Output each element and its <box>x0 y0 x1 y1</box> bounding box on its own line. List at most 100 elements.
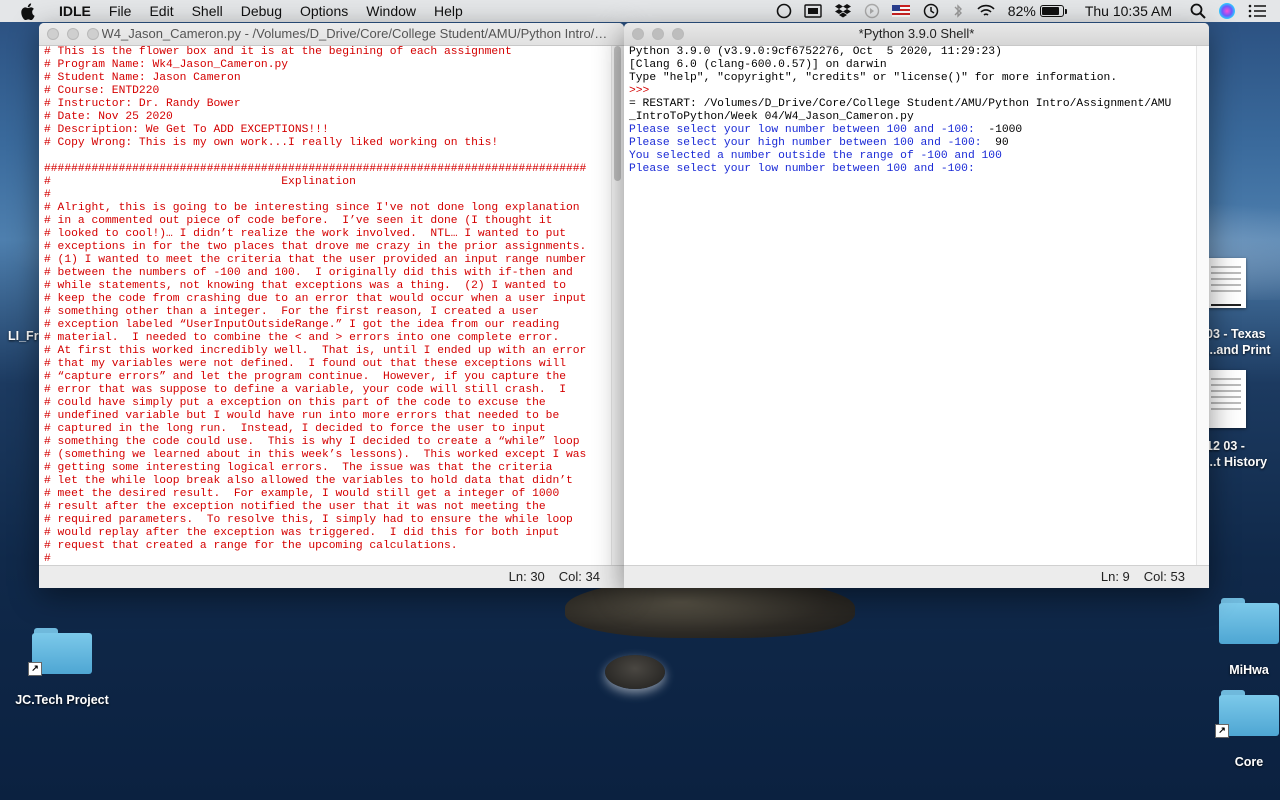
desktop-folder-jc-tech[interactable]: ↗ JC.Tech Project <box>10 628 114 708</box>
alias-arrow-icon: ↗ <box>28 662 42 676</box>
shell-scrollbar[interactable] <box>1196 46 1209 565</box>
shell-line-text: Python 3.9.0 (v3.9.0:9cf6752276, Oct 5 2… <box>629 46 1002 58</box>
folder-icon: ↗ <box>28 628 92 676</box>
editor-code-line: ########################################… <box>44 163 587 175</box>
wifi-icon[interactable] <box>976 3 996 19</box>
menu-help[interactable]: Help <box>425 0 472 22</box>
editor-code-line: # Course: ENTD220 <box>44 85 160 97</box>
document-icon <box>1206 258 1246 308</box>
editor-code-line: # “capture errors” and let the program c… <box>44 371 567 383</box>
shell-line-text: = RESTART: /Volumes/D_Drive/Core/College… <box>629 98 1172 110</box>
editor-scrollbar[interactable] <box>611 46 624 565</box>
menu-options[interactable]: Options <box>291 0 357 22</box>
menu-shell[interactable]: Shell <box>183 0 232 22</box>
editor-code-line: # result after the exception notified th… <box>44 501 546 513</box>
menu-window[interactable]: Window <box>357 0 425 22</box>
shell-line-text: [Clang 6.0 (clang-600.0.57)] on darwin <box>629 59 887 71</box>
close-button[interactable] <box>632 28 644 40</box>
folder-icon: ↗ <box>1215 690 1279 738</box>
desktop-left-partial-label[interactable]: LI_Fr <box>8 328 39 344</box>
desktop-folder-jc-tech-label: JC.Tech Project <box>15 693 109 707</box>
editor-title: W4_Jason_Cameron.py - /Volumes/D_Drive/C… <box>101 26 612 41</box>
desktop-doc-texas[interactable]: 03 - Texas ...and Print <box>1206 258 1280 358</box>
dropbox-icon[interactable] <box>834 3 852 19</box>
search-icon[interactable] <box>1190 3 1206 19</box>
editor-scrollbar-thumb[interactable] <box>614 46 621 181</box>
desktop-doc-history-label-2: ...t History <box>1206 455 1268 469</box>
menu-app-idle[interactable]: IDLE <box>50 0 100 22</box>
list-icon[interactable] <box>1248 4 1266 18</box>
desktop-folder-mihwa[interactable]: MiHwa <box>1218 598 1280 678</box>
desktop-doc-history[interactable]: 12 03 - ...t History <box>1206 370 1280 470</box>
shell-output-line: = RESTART: /Volumes/D_Drive/Core/College… <box>629 98 1209 111</box>
editor-line-number: Ln: 30 <box>508 569 545 584</box>
shell-line-text: You selected a number outside the range … <box>629 150 1002 162</box>
battery-icon[interactable]: 82% <box>1008 3 1067 19</box>
menu-bar: IDLE File Edit Shell Debug Options Windo… <box>0 0 1280 22</box>
shell-output-line: _IntroToPython/Week 04/W4_Jason_Cameron.… <box>629 111 1209 124</box>
editor-code-line: # captured in the long run. Instead, I d… <box>44 423 546 435</box>
shell-output-line: Python 3.9.0 (v3.9.0:9cf6752276, Oct 5 2… <box>629 46 1209 59</box>
bluetooth-icon[interactable] <box>952 3 964 19</box>
editor-code-line: # between the numbers of -100 and 100. I… <box>44 267 573 279</box>
editor-code-line: # (1) I wanted to meet the criteria that… <box>44 254 587 266</box>
editor-code-line: # something other than a integer. For th… <box>44 306 539 318</box>
editor-window: W4_Jason_Cameron.py - /Volumes/D_Drive/C… <box>39 23 624 588</box>
siri-icon[interactable] <box>1218 2 1236 20</box>
desktop-folder-core[interactable]: ↗ Core <box>1215 690 1280 770</box>
editor-code-line: # <box>44 553 51 565</box>
shell-text-area[interactable]: Python 3.9.0 (v3.9.0:9cf6752276, Oct 5 2… <box>624 46 1209 565</box>
shell-output-line: Please select your low number between 10… <box>629 163 1209 176</box>
editor-code-line: # meet the desired result. For example, … <box>44 488 560 500</box>
editor-code-line: # Student Name: Jason Cameron <box>44 72 241 84</box>
sync-icon[interactable] <box>864 3 880 19</box>
editor-code-line: # would replay after the exception was t… <box>44 527 560 539</box>
editor-code-line: # exceptions in for the two places that … <box>44 241 587 253</box>
editor-code-line: # keep the code from crashing due to an … <box>44 293 587 305</box>
clock[interactable]: Thu 10:35 AM <box>1085 3 1172 19</box>
desktop-doc-texas-label-1: 03 - Texas <box>1206 327 1266 341</box>
close-button[interactable] <box>47 28 59 40</box>
editor-code-line: # something the code could use. This is … <box>44 436 580 448</box>
shell-output-line: Please select your low number between 10… <box>629 124 1209 137</box>
circle-icon[interactable] <box>776 3 792 19</box>
shell-line-text: Please select your low number between 10… <box>629 124 989 136</box>
editor-titlebar[interactable]: W4_Jason_Cameron.py - /Volumes/D_Drive/C… <box>39 23 624 46</box>
shell-line-text: _IntroToPython/Week 04/W4_Jason_Cameron.… <box>629 111 914 123</box>
menu-debug[interactable]: Debug <box>232 0 291 22</box>
zoom-button[interactable] <box>87 28 99 40</box>
menu-edit[interactable]: Edit <box>140 0 182 22</box>
shell-line-text: Please select your low number between 10… <box>629 163 982 175</box>
editor-code-line: # could have simply put a exception on t… <box>44 397 546 409</box>
desktop-folder-mihwa-label: MiHwa <box>1229 663 1269 677</box>
editor-code-line: # material. I needed to combine the < an… <box>44 332 560 344</box>
editor-code-line: # Program Name: Wk4_Jason_Cameron.py <box>44 59 289 71</box>
editor-code-line: # in a commented out piece of code befor… <box>44 215 553 227</box>
editor-code-line: # error that was suppose to define a var… <box>44 384 567 396</box>
editor-code-line: # At first this worked incredibly well. … <box>44 345 587 357</box>
menu-file[interactable]: File <box>100 0 141 22</box>
minimize-button[interactable] <box>67 28 79 40</box>
editor-column-number: Col: 34 <box>558 569 600 584</box>
shell-line-text: Type "help", "copyright", "credits" or "… <box>629 72 1118 84</box>
editor-code-line: # looked to cool!)… I didn’t realize the… <box>44 228 567 240</box>
minimize-button[interactable] <box>652 28 664 40</box>
zoom-button[interactable] <box>672 28 684 40</box>
editor-code-line: # while statements, not knowing that exc… <box>44 280 567 292</box>
shell-titlebar[interactable]: *Python 3.9.0 Shell* <box>624 23 1209 46</box>
apple-icon[interactable] <box>18 2 36 20</box>
editor-code-line: # This is the flower box and it is at th… <box>44 46 512 58</box>
document-icon <box>1206 370 1246 428</box>
editor-text-area[interactable]: # This is the flower box and it is at th… <box>39 46 624 565</box>
shell-output-line: Type "help", "copyright", "credits" or "… <box>629 72 1209 85</box>
battery-percent: 82% <box>1007 3 1036 19</box>
display-icon[interactable] <box>804 4 822 18</box>
desktop-folder-core-label: Core <box>1234 755 1264 769</box>
shell-output-line: Please select your high number between 1… <box>629 137 1209 150</box>
editor-code-line: # let the while loop break also allowed … <box>44 475 573 487</box>
status-menus: 82% Thu 10:35 AM <box>770 0 1280 22</box>
time-machine-icon[interactable] <box>922 3 940 19</box>
desktop-doc-history-label-1: 12 03 - <box>1206 439 1245 453</box>
alias-arrow-icon: ↗ <box>1215 724 1229 738</box>
flag-icon[interactable] <box>891 5 910 17</box>
